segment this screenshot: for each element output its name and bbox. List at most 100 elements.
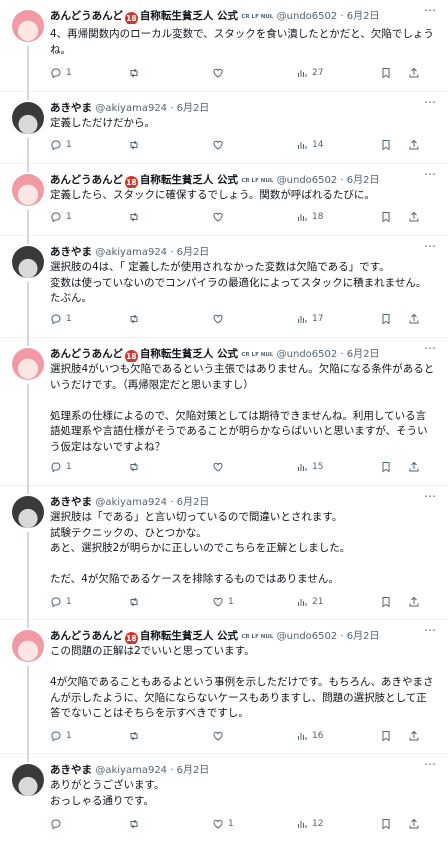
bookmark-button[interactable] bbox=[380, 729, 392, 743]
display-name[interactable]: あきやま bbox=[50, 764, 92, 776]
display-name[interactable]: あんどうあんど bbox=[50, 630, 123, 642]
bookmark-button[interactable] bbox=[380, 312, 392, 326]
bookmark-button[interactable] bbox=[380, 817, 392, 831]
handle-date[interactable]: @akiyama924 · 6月2日 bbox=[95, 103, 209, 114]
tweet[interactable]: あきやま @akiyama924 · 6月2日 ⋯ ありがとうございます。 おっ… bbox=[0, 752, 448, 842]
tweet[interactable]: あきやま @akiyama924 · 6月2日 ⋯ 定義しただけだから。 1 1… bbox=[0, 90, 448, 164]
handle-date[interactable]: @akiyama924 · 6月2日 bbox=[95, 765, 209, 776]
reply-count: 1 bbox=[66, 140, 72, 150]
retweet-button[interactable] bbox=[128, 595, 144, 609]
views-button[interactable]: 27 bbox=[296, 66, 323, 80]
avatar[interactable] bbox=[12, 348, 44, 380]
reply-button[interactable]: 1 bbox=[50, 210, 72, 224]
avatar[interactable] bbox=[12, 630, 44, 662]
tweet[interactable]: あんどうあんど 18 自称転生貧乏人 公式 CR LF NUL @undo6502 … bbox=[0, 618, 448, 754]
reply-button[interactable]: 1 bbox=[50, 595, 72, 609]
share-button[interactable] bbox=[408, 817, 420, 831]
reply-button[interactable]: 1 bbox=[50, 138, 72, 152]
tweet[interactable]: あんどうあんど 18 自称転生貧乏人 公式 CR LF NUL @undo6502 … bbox=[0, 0, 448, 92]
share-button[interactable] bbox=[408, 210, 420, 224]
tweet[interactable]: あんどうあんど 18 自称転生貧乏人 公式 CR LF NUL @undo6502 … bbox=[0, 162, 448, 236]
display-name-suffix[interactable]: 自称転生貧乏人 公式 bbox=[140, 630, 238, 642]
retweet-button[interactable] bbox=[128, 66, 144, 80]
views-button[interactable]: 16 bbox=[296, 729, 323, 743]
display-name[interactable]: あきやま bbox=[50, 246, 92, 258]
avatar[interactable] bbox=[12, 246, 44, 278]
bookmark-button[interactable] bbox=[380, 595, 392, 609]
avatar[interactable] bbox=[12, 764, 44, 796]
handle-date[interactable]: @akiyama924 · 6月2日 bbox=[95, 247, 209, 258]
more-icon[interactable]: ⋯ bbox=[422, 240, 438, 252]
tweet[interactable]: あきやま @akiyama924 · 6月2日 ⋯ 選択肢の4は、「 定義したが… bbox=[0, 234, 448, 338]
more-icon[interactable]: ⋯ bbox=[422, 624, 438, 636]
share-icon bbox=[409, 730, 419, 741]
retweet-button[interactable] bbox=[128, 460, 144, 474]
more-icon[interactable]: ⋯ bbox=[422, 758, 438, 770]
avatar[interactable] bbox=[12, 174, 44, 206]
display-name[interactable]: あんどうあんど bbox=[50, 174, 123, 186]
views-button[interactable]: 21 bbox=[296, 595, 323, 609]
retweet-button[interactable] bbox=[128, 817, 144, 831]
avatar[interactable] bbox=[12, 496, 44, 528]
views-button[interactable]: 17 bbox=[296, 312, 323, 326]
retweet-button[interactable] bbox=[128, 729, 144, 743]
share-button[interactable] bbox=[408, 312, 420, 326]
display-name[interactable]: あきやま bbox=[50, 496, 92, 508]
views-icon bbox=[298, 316, 307, 323]
action-bar: 1 18 bbox=[50, 210, 438, 224]
reply-icon bbox=[51, 819, 61, 830]
views-button[interactable]: 14 bbox=[296, 138, 323, 152]
views-button[interactable]: 15 bbox=[296, 460, 323, 474]
bookmark-button[interactable] bbox=[380, 66, 392, 80]
like-button[interactable] bbox=[212, 312, 228, 326]
retweet-button[interactable] bbox=[128, 312, 144, 326]
share-button[interactable] bbox=[408, 138, 420, 152]
more-icon[interactable]: ⋯ bbox=[422, 342, 438, 354]
views-button[interactable]: 18 bbox=[296, 210, 323, 224]
display-name-suffix[interactable]: 自称転生貧乏人 公式 bbox=[140, 10, 238, 22]
reply-button[interactable]: 1 bbox=[50, 312, 72, 326]
handle-date[interactable]: @akiyama924 · 6月2日 bbox=[95, 497, 209, 508]
share-button[interactable] bbox=[408, 729, 420, 743]
avatar[interactable] bbox=[12, 10, 44, 42]
like-button[interactable] bbox=[212, 66, 228, 80]
bookmark-button[interactable] bbox=[380, 210, 392, 224]
display-name[interactable]: あきやま bbox=[50, 102, 92, 114]
retweet-button[interactable] bbox=[128, 210, 144, 224]
tweet[interactable]: あんどうあんど 18 自称転生貧乏人 公式 CR LF NUL @undo6502 … bbox=[0, 336, 448, 486]
reply-button[interactable]: 1 bbox=[50, 460, 72, 474]
like-button[interactable]: 1 bbox=[212, 595, 234, 609]
bookmark-button[interactable] bbox=[380, 138, 392, 152]
more-icon[interactable]: ⋯ bbox=[422, 168, 438, 180]
share-button[interactable] bbox=[408, 595, 420, 609]
reply-button[interactable]: 1 bbox=[50, 729, 72, 743]
more-icon[interactable]: ⋯ bbox=[422, 4, 438, 16]
like-button[interactable] bbox=[212, 210, 228, 224]
share-button[interactable] bbox=[408, 66, 420, 80]
display-name-suffix[interactable]: 自称転生貧乏人 公式 bbox=[140, 174, 238, 186]
views-icon bbox=[298, 464, 307, 471]
share-button[interactable] bbox=[408, 460, 420, 474]
views-button[interactable]: 12 bbox=[296, 817, 323, 831]
avatar[interactable] bbox=[12, 102, 44, 134]
handle-date[interactable]: @undo6502 · 6月2日 bbox=[277, 11, 380, 22]
handle-date[interactable]: @undo6502 · 6月2日 bbox=[277, 631, 380, 642]
bookmark-button[interactable] bbox=[380, 460, 392, 474]
tweet[interactable]: あきやま @akiyama924 · 6月2日 ⋯ 選択肢は「である」と言い切っ… bbox=[0, 484, 448, 620]
reply-button[interactable] bbox=[50, 817, 66, 831]
like-button[interactable]: 1 bbox=[212, 817, 234, 831]
display-name[interactable]: あんどうあんど bbox=[50, 348, 123, 360]
retweet-button[interactable] bbox=[128, 138, 144, 152]
like-button[interactable] bbox=[212, 138, 228, 152]
display-name[interactable]: あんどうあんど bbox=[50, 10, 123, 22]
display-name-suffix[interactable]: 自称転生貧乏人 公式 bbox=[140, 348, 238, 360]
like-button[interactable] bbox=[212, 729, 228, 743]
handle-date[interactable]: @undo6502 · 6月2日 bbox=[277, 349, 380, 360]
like-count: 1 bbox=[228, 819, 234, 829]
tweet-text: 選択肢の4は、「 定義したが使用されなかった変数は欠陥である」です。 変数は使っ… bbox=[50, 261, 427, 304]
more-icon[interactable]: ⋯ bbox=[422, 490, 438, 502]
like-button[interactable] bbox=[212, 460, 228, 474]
handle-date[interactable]: @undo6502 · 6月2日 bbox=[277, 175, 380, 186]
more-icon[interactable]: ⋯ bbox=[422, 96, 438, 108]
reply-button[interactable]: 1 bbox=[50, 66, 72, 80]
